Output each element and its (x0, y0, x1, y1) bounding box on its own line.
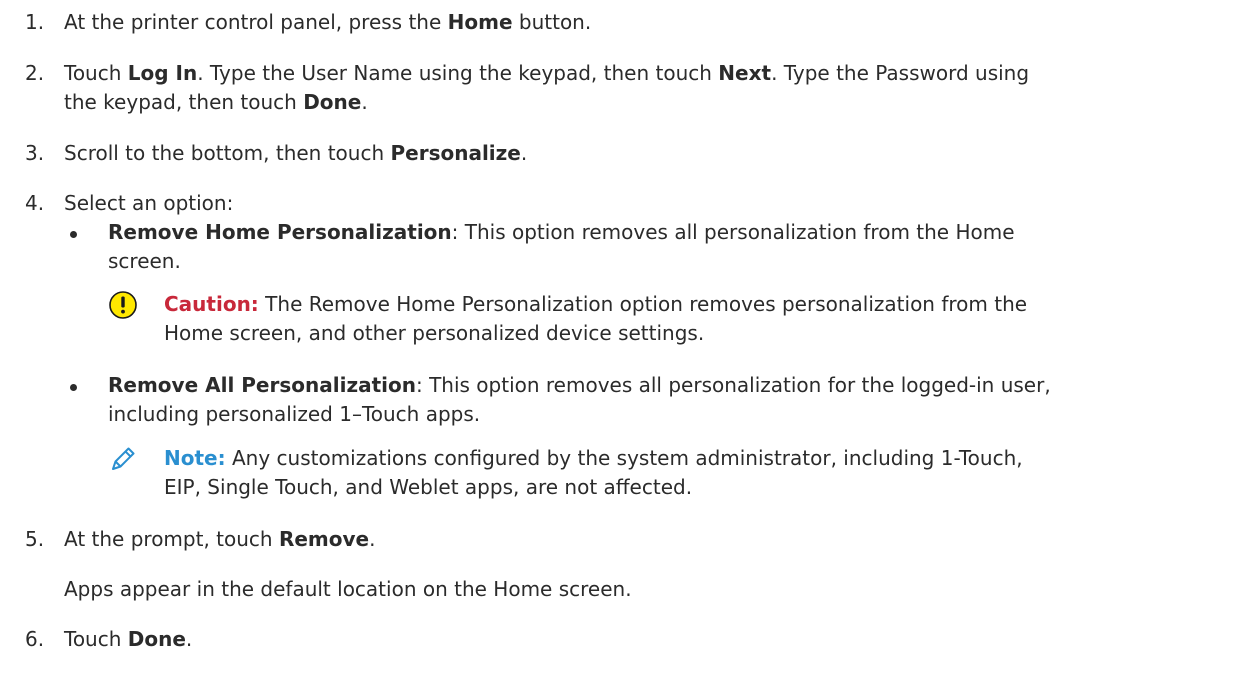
step-number: 4. (25, 191, 45, 215)
ui-term: Done (127, 627, 186, 651)
step-text: Scroll to the bottom, then touch Persona… (64, 141, 528, 165)
ui-term: Done (303, 90, 362, 114)
option-name: Remove Home Personalization (108, 220, 452, 244)
ui-term: Remove (278, 527, 370, 551)
step-number: 5. (25, 527, 45, 551)
note-label: Note: (164, 446, 226, 470)
result-text: Apps appear in the default location on t… (64, 577, 632, 601)
option-name: Remove All Personalization (108, 373, 416, 397)
caution-icon (109, 291, 137, 319)
step-text: Touch Log In. Type the User Name using t… (64, 61, 1030, 114)
step-text: At the printer control panel, press the … (64, 10, 592, 34)
option-text: Remove Home Personalization: This option… (108, 220, 1015, 273)
step-text: Select an option: (64, 191, 234, 215)
step-number: 3. (25, 141, 45, 165)
note-text: Note: Any customizations configured by t… (164, 446, 1023, 499)
caution-text: Caution: The Remove Home Personalization… (164, 292, 1028, 345)
step-number: 6. (25, 627, 45, 651)
bullet-dot (70, 231, 77, 238)
bullet-dot (70, 384, 77, 391)
ui-term: Home (447, 10, 513, 34)
step-text: Touch Done. (64, 627, 193, 651)
option-text: Remove All Personalization: This option … (108, 373, 1051, 426)
step-number: 1. (25, 10, 45, 34)
step-number: 2. (25, 61, 45, 85)
pencil-note-icon (112, 447, 135, 470)
ui-term: Next (718, 61, 772, 85)
caution-label: Caution: (164, 292, 259, 316)
ui-term: Personalize (390, 141, 521, 165)
step-text: At the prompt, touch Remove. (64, 527, 376, 551)
ui-term: Log In (127, 61, 198, 85)
